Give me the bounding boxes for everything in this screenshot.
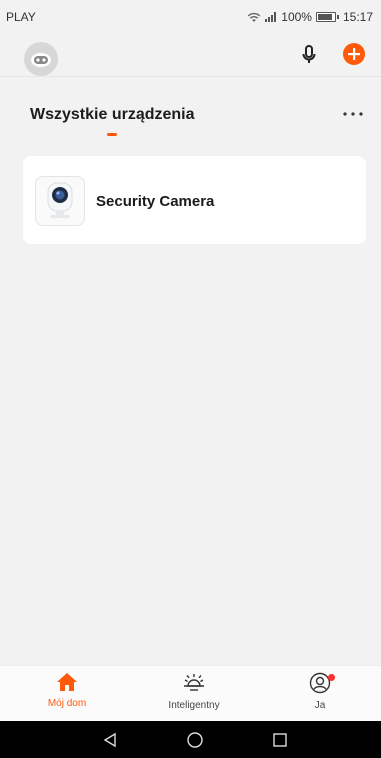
square-icon <box>273 733 287 747</box>
robot-avatar-icon <box>31 53 51 67</box>
nav-item-home[interactable]: Mój dom <box>22 672 112 709</box>
avatar[interactable] <box>24 42 58 76</box>
add-device-button[interactable] <box>343 43 365 65</box>
microphone-button[interactable] <box>296 42 322 68</box>
nav-label-home: Mój dom <box>47 698 87 709</box>
more-dots-icon <box>343 112 363 116</box>
device-card[interactable]: Security Camera <box>23 156 366 244</box>
plus-icon <box>348 48 360 60</box>
nav-label-smart: Inteligentny <box>168 700 220 711</box>
carrier-label: PLAY <box>6 10 36 24</box>
sun-icon <box>184 674 204 691</box>
device-name: Security Camera <box>96 193 215 210</box>
recent-apps-button[interactable] <box>270 730 290 750</box>
status-bar: PLAY 100% 15:17 <box>0 0 381 34</box>
back-triangle-icon <box>103 732 116 748</box>
clock: 15:17 <box>342 10 373 24</box>
battery-percent: 100% <box>281 10 312 24</box>
section-title[interactable]: Wszystkie urządzenia <box>30 106 195 124</box>
microphone-icon <box>302 45 316 63</box>
nav-item-me[interactable]: Ja <box>275 672 365 711</box>
home-button[interactable] <box>185 730 205 750</box>
wifi-icon <box>247 12 261 23</box>
home-icon <box>57 673 77 691</box>
nav-item-smart[interactable]: Inteligentny <box>149 672 239 711</box>
home-circle-icon <box>187 732 203 748</box>
nav-label-me: Ja <box>314 700 326 711</box>
battery-icon <box>315 12 339 22</box>
back-button[interactable] <box>100 730 120 750</box>
app-bar-divider <box>0 76 381 77</box>
camera-icon <box>35 176 85 226</box>
system-navigation-bar <box>0 721 381 758</box>
notification-badge <box>328 674 335 681</box>
status-indicators: 100% 15:17 <box>247 10 373 24</box>
active-tab-indicator <box>107 133 117 136</box>
signal-icon <box>265 12 277 22</box>
app-bar <box>0 34 381 78</box>
bottom-navigation: Mój dom Inteligentny Ja <box>0 665 381 721</box>
more-options-button[interactable] <box>340 104 366 124</box>
